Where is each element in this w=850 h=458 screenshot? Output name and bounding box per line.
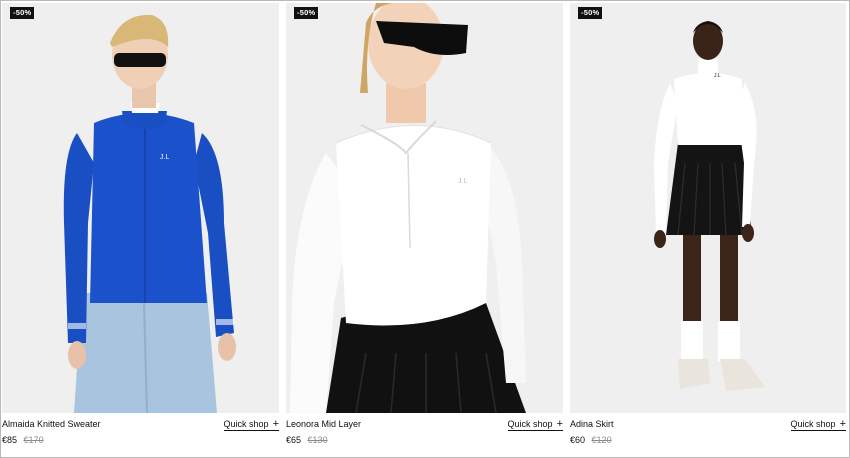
original-price: €130 <box>307 435 328 445</box>
svg-text:J.L: J.L <box>458 178 467 185</box>
product-photo: J.L <box>286 3 563 413</box>
quick-shop-label: Quick shop <box>507 419 553 429</box>
product-card[interactable]: J.L -50% Leonora Mid Layer €65 €130 Quic… <box>286 3 563 448</box>
product-meta: Leonora Mid Layer €65 €130 <box>286 418 361 446</box>
discount-badge: -50% <box>578 7 603 19</box>
quick-shop-label: Quick shop <box>790 419 836 429</box>
product-name[interactable]: Leonora Mid Layer <box>286 418 361 430</box>
discount-badge: -50% <box>294 7 319 19</box>
product-name[interactable]: Adina Skirt <box>570 418 614 430</box>
product-image[interactable]: J.L -50% <box>286 3 563 413</box>
product-image[interactable]: J.L -50% <box>570 3 846 413</box>
original-price: €170 <box>23 435 44 445</box>
product-info: Adina Skirt €60 €120 Quick shop + <box>570 418 846 448</box>
product-name[interactable]: Almaida Knitted Sweater <box>2 418 101 430</box>
product-prices: €60 €120 <box>570 434 614 446</box>
product-info: Leonora Mid Layer €65 €130 Quick shop + <box>286 418 563 448</box>
quick-shop-button[interactable]: Quick shop + <box>507 418 563 431</box>
product-meta: Almaida Knitted Sweater €85 €170 <box>2 418 101 446</box>
quick-shop-button[interactable]: Quick shop + <box>790 418 846 431</box>
quick-shop-label: Quick shop <box>223 419 269 429</box>
sale-price: €65 <box>286 435 302 445</box>
plus-icon: + <box>556 418 563 430</box>
svg-text:J.L: J.L <box>160 154 169 161</box>
plus-icon: + <box>272 418 279 430</box>
product-prices: €65 €130 <box>286 434 361 446</box>
product-grid: J.L -50% Almaida Knitted Sweater €85 €17… <box>2 3 846 448</box>
original-price: €120 <box>591 435 612 445</box>
sale-price: €85 <box>2 435 18 445</box>
sale-price: €60 <box>570 435 586 445</box>
product-meta: Adina Skirt €60 €120 <box>570 418 614 446</box>
product-photo: J.L <box>570 3 846 413</box>
svg-text:J.L: J.L <box>714 73 721 79</box>
product-image[interactable]: J.L -50% <box>2 3 279 413</box>
product-info: Almaida Knitted Sweater €85 €170 Quick s… <box>2 418 279 448</box>
product-card[interactable]: J.L -50% Almaida Knitted Sweater €85 €17… <box>2 3 279 448</box>
plus-icon: + <box>839 418 846 430</box>
product-prices: €85 €170 <box>2 434 101 446</box>
quick-shop-button[interactable]: Quick shop + <box>223 418 279 431</box>
product-card[interactable]: J.L -50% Adina Skirt €60 €120 Quick shop… <box>570 3 846 448</box>
discount-badge: -50% <box>10 7 35 19</box>
product-photo: J.L <box>2 3 279 413</box>
